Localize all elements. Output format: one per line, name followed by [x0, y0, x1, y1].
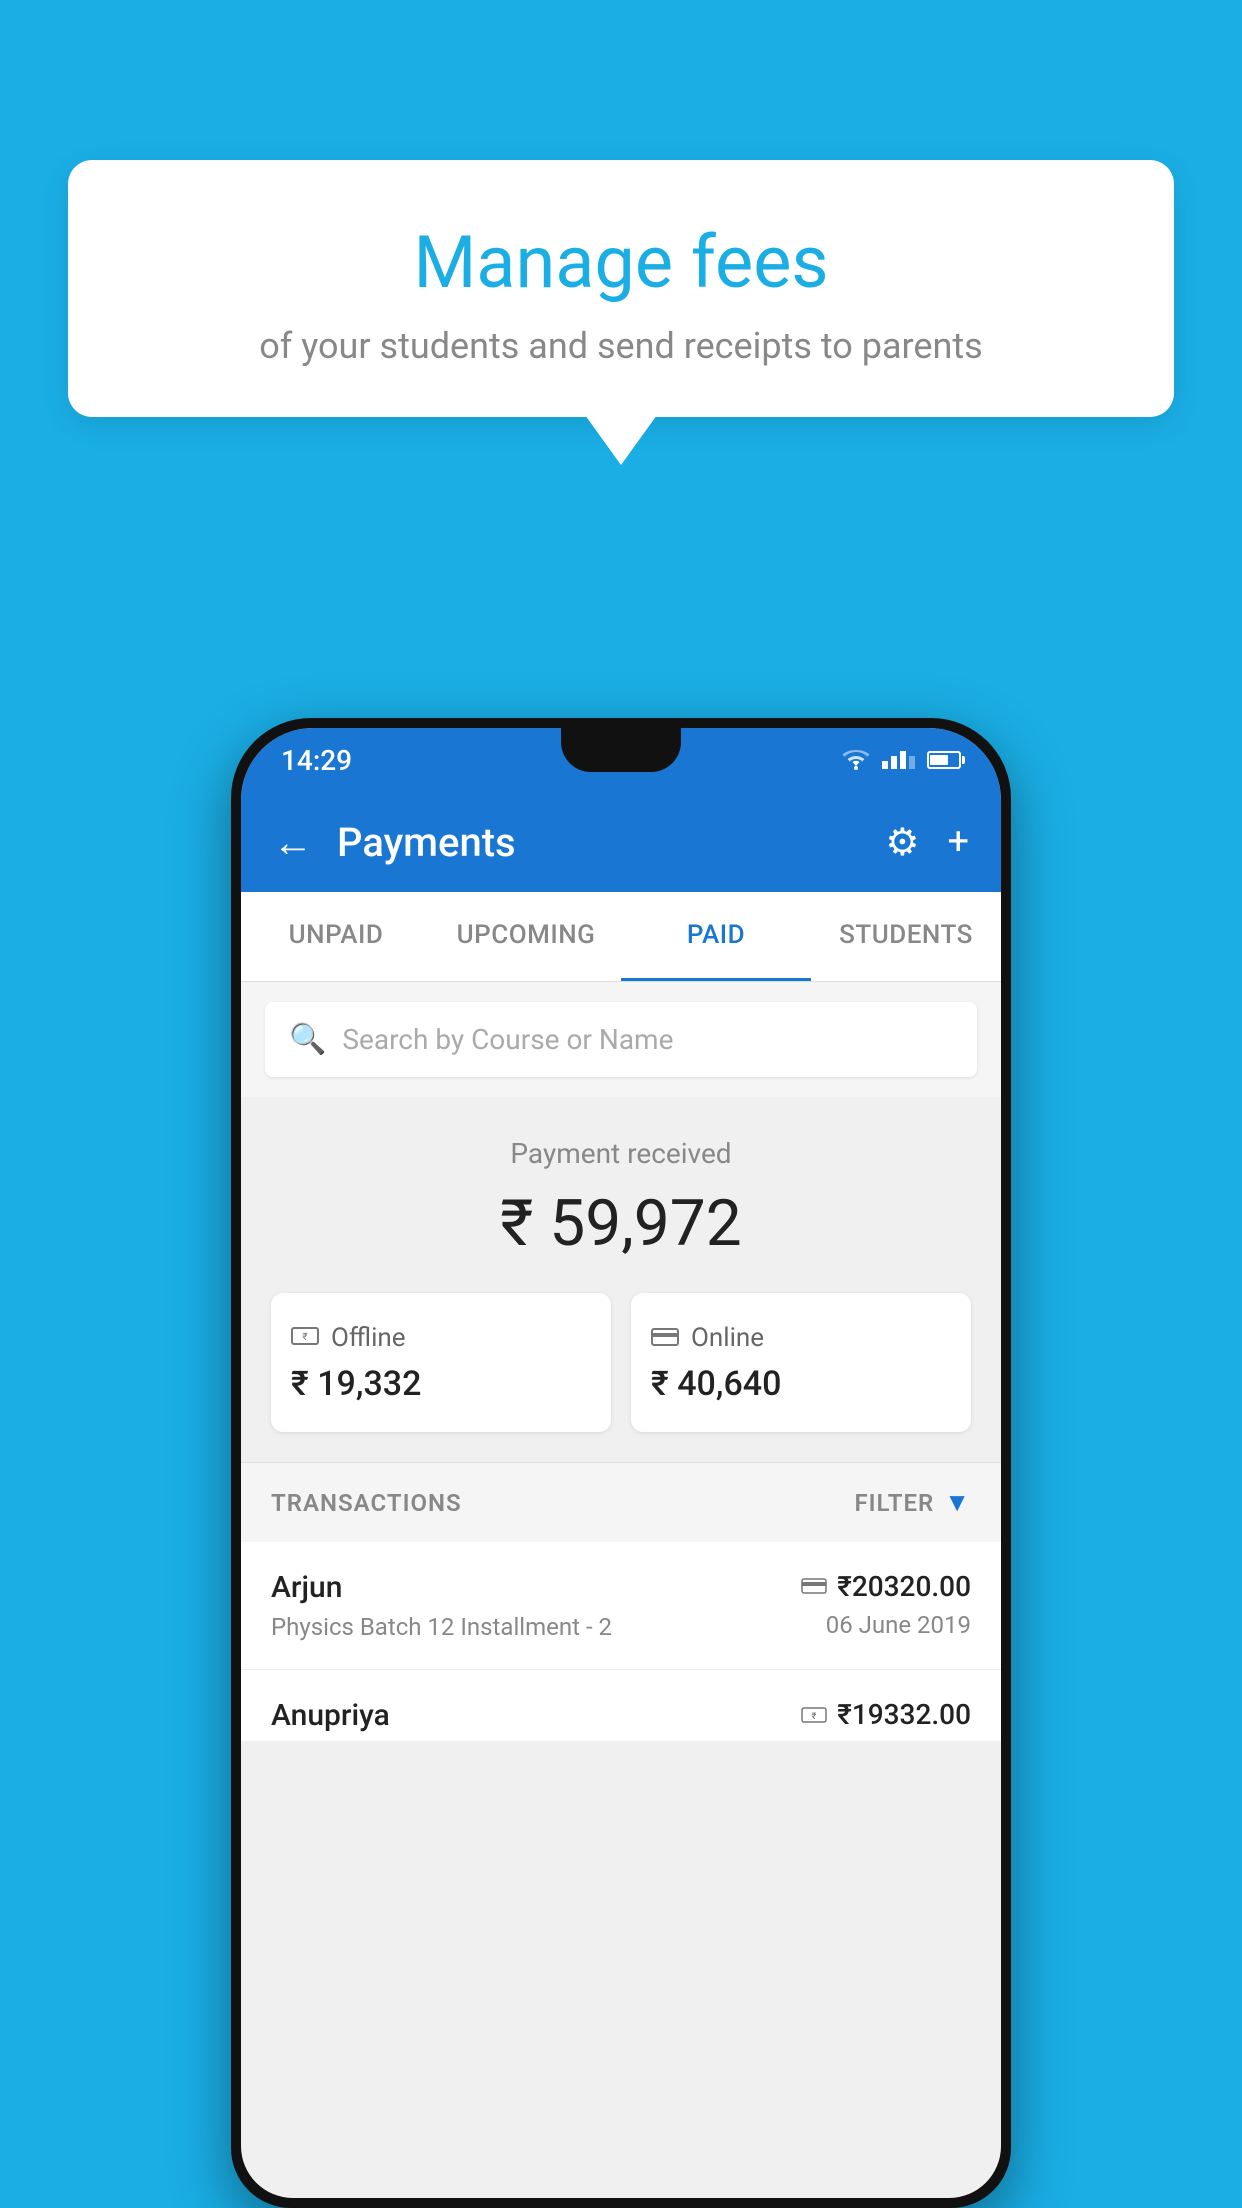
- transaction-row[interactable]: Anupriya ₹ ₹19332.00: [241, 1670, 1001, 1741]
- payment-total-amount: ₹ 59,972: [271, 1186, 971, 1261]
- back-button[interactable]: ←: [273, 819, 313, 866]
- status-icons: [842, 750, 961, 770]
- transaction-detail: Physics Batch 12 Installment - 2: [271, 1613, 801, 1641]
- phone-frame: 14:29: [231, 718, 1011, 2208]
- svg-text:₹: ₹: [302, 1332, 307, 1343]
- online-icon: [651, 1321, 679, 1354]
- app-title: Payments: [337, 819, 861, 866]
- transaction-left: Arjun Physics Batch 12 Installment - 2: [271, 1570, 801, 1641]
- status-bar: 14:29: [241, 728, 1001, 792]
- tab-paid[interactable]: PAID: [621, 892, 811, 981]
- transaction-name: Anupriya: [271, 1698, 801, 1733]
- filter-label: FILTER: [854, 1489, 934, 1517]
- phone-screen: 14:29: [241, 728, 1001, 2198]
- battery-icon: [927, 751, 961, 769]
- tab-unpaid[interactable]: UNPAID: [241, 892, 431, 981]
- bubble-subtitle: of your students and send receipts to pa…: [118, 325, 1124, 367]
- transaction-date: 06 June 2019: [801, 1611, 971, 1639]
- transaction-left: Anupriya: [271, 1698, 801, 1741]
- search-container: 🔍 Search by Course or Name: [241, 982, 1001, 1097]
- phone-notch: [561, 728, 681, 772]
- offline-card-header: ₹ Offline: [291, 1321, 591, 1354]
- search-bar[interactable]: 🔍 Search by Course or Name: [265, 1002, 977, 1077]
- filter-button[interactable]: FILTER ▼: [854, 1487, 971, 1518]
- wifi-icon: [842, 750, 870, 770]
- tabs-bar: UNPAID UPCOMING PAID STUDENTS: [241, 892, 1001, 982]
- svg-text:₹: ₹: [812, 1712, 817, 1722]
- settings-icon[interactable]: ⚙: [885, 820, 919, 865]
- online-amount: ₹ 40,640: [651, 1364, 951, 1404]
- transaction-name: Arjun: [271, 1570, 801, 1605]
- transactions-label: TRANSACTIONS: [271, 1489, 462, 1517]
- signal-bars-icon: [882, 751, 915, 769]
- payment-type-icon: [801, 1570, 827, 1603]
- online-label: Online: [691, 1323, 764, 1353]
- transaction-right: ₹ ₹19332.00: [801, 1698, 971, 1739]
- transactions-header: TRANSACTIONS FILTER ▼: [241, 1462, 1001, 1542]
- status-time: 14:29: [281, 744, 352, 777]
- add-icon[interactable]: +: [947, 820, 969, 864]
- payment-received-label: Payment received: [271, 1137, 971, 1170]
- offline-icon: ₹: [291, 1321, 319, 1354]
- search-icon: 🔍: [289, 1022, 326, 1057]
- payment-type-icon: ₹: [801, 1698, 827, 1731]
- filter-icon: ▼: [944, 1487, 971, 1518]
- online-payment-card: Online ₹ 40,640: [631, 1293, 971, 1432]
- transaction-right: ₹20320.00 06 June 2019: [801, 1570, 971, 1639]
- offline-amount: ₹ 19,332: [291, 1364, 591, 1404]
- transaction-amount: ₹ ₹19332.00: [801, 1698, 971, 1731]
- offline-label: Offline: [331, 1323, 406, 1353]
- search-placeholder-text: Search by Course or Name: [342, 1023, 673, 1056]
- transaction-row[interactable]: Arjun Physics Batch 12 Installment - 2 ₹…: [241, 1542, 1001, 1670]
- offline-payment-card: ₹ Offline ₹ 19,332: [271, 1293, 611, 1432]
- app-bar-actions: ⚙ +: [885, 820, 969, 865]
- payment-summary: Payment received ₹ 59,972 ₹ Offline: [241, 1097, 1001, 1462]
- bubble-title: Manage fees: [118, 220, 1124, 305]
- tab-upcoming[interactable]: UPCOMING: [431, 892, 621, 981]
- speech-bubble: Manage fees of your students and send re…: [68, 160, 1174, 417]
- online-card-header: Online: [651, 1321, 951, 1354]
- tab-students[interactable]: STUDENTS: [811, 892, 1001, 981]
- payment-cards: ₹ Offline ₹ 19,332: [271, 1293, 971, 1432]
- transaction-amount: ₹20320.00: [801, 1570, 971, 1603]
- app-bar: ← Payments ⚙ +: [241, 792, 1001, 892]
